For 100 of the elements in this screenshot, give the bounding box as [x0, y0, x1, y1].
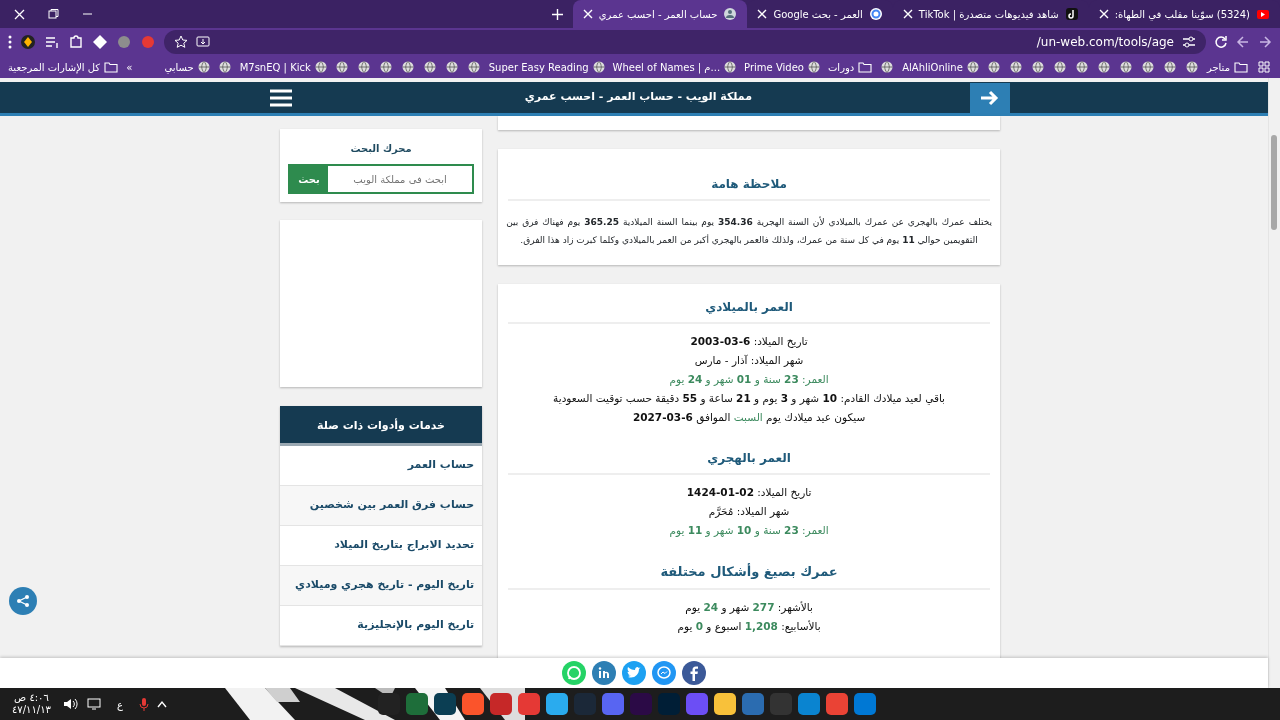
close-icon[interactable]	[757, 9, 768, 19]
site-icon[interactable]	[881, 61, 894, 73]
bookmark-link[interactable]: دورات	[823, 59, 877, 75]
bookmark-link[interactable]: Super Easy Reading	[484, 59, 609, 75]
clock-date[interactable]: ٤٧/١١/١٣	[12, 704, 51, 717]
site-icon	[723, 7, 738, 21]
bookmark-link[interactable]: كل الإشارات المرجعية	[4, 59, 123, 75]
close-icon	[13, 8, 25, 20]
service-link[interactable]: حساب فرق العمر بين شخصين	[280, 486, 483, 526]
bookmark-link[interactable]: متاجر	[1202, 59, 1252, 75]
site-icon[interactable]	[1075, 61, 1088, 73]
messenger-share-button[interactable]	[652, 661, 676, 685]
language-indicator[interactable]: ع	[116, 696, 123, 712]
folder-icon	[1234, 60, 1248, 74]
extension-icon[interactable]	[92, 34, 108, 50]
service-link[interactable]: تاريخ اليوم - تاريخ هجري وميلادي	[280, 566, 483, 606]
site-icon[interactable]	[987, 61, 1000, 73]
site-icon[interactable]	[335, 61, 348, 73]
share-icon	[16, 594, 30, 608]
scrollbar[interactable]	[1268, 78, 1280, 688]
speaker-icon[interactable]	[62, 697, 79, 711]
install-icon[interactable]	[196, 35, 210, 49]
globe-icon	[314, 61, 327, 73]
info-line: شهر الميلاد: آذار - مارس	[693, 353, 805, 369]
microphone-icon[interactable]	[138, 697, 149, 711]
playlist-icon[interactable]	[44, 34, 60, 50]
site-icon[interactable]	[1185, 61, 1198, 73]
close-icon[interactable]	[582, 9, 593, 19]
site-icon[interactable]	[401, 61, 414, 73]
address-field[interactable]: un-web.com/tools/age/	[1036, 33, 1174, 51]
section-title: عمرك بصيغ وأشكال مختلفة	[508, 556, 990, 590]
menu-icon	[270, 88, 292, 107]
section-title: العمر بالهجري	[508, 443, 990, 475]
menu-button[interactable]	[270, 88, 292, 107]
globe-icon	[966, 61, 979, 73]
facebook-share-button[interactable]	[682, 661, 706, 685]
app-icon[interactable]	[434, 693, 456, 715]
bookmark-link[interactable]: M7snEQ | Kick	[235, 59, 331, 75]
linkedin-share-button[interactable]	[592, 661, 616, 685]
service-link[interactable]: تحديد الابراج بتاريخ الميلاد	[280, 526, 483, 566]
globe-icon	[592, 61, 605, 73]
site-icon[interactable]	[423, 61, 436, 73]
browser-tab[interactable]: حساب العمر - احسب عمري	[572, 0, 748, 28]
menu-dots-icon[interactable]	[8, 35, 12, 49]
site-icon[interactable]	[1119, 61, 1132, 73]
search-title: محرك البحث	[349, 142, 413, 156]
site-icon[interactable]	[1097, 61, 1110, 73]
arrow-icon	[980, 89, 1000, 106]
app-icon[interactable]	[546, 693, 568, 715]
back-button[interactable]	[970, 82, 1010, 113]
site-icon[interactable]	[1009, 61, 1022, 73]
app-icon[interactable]	[462, 693, 484, 715]
service-link[interactable]: حساب العمر	[280, 446, 483, 486]
globe-icon	[807, 61, 820, 73]
search-button[interactable]: بحث	[290, 166, 328, 192]
app-icon[interactable]	[826, 693, 848, 715]
bookmark-link[interactable]: Wheel of Names | م...	[608, 59, 741, 75]
site-icon[interactable]	[1163, 61, 1176, 73]
overflow-button[interactable]: »	[122, 59, 137, 75]
reload-icon[interactable]	[1214, 35, 1228, 49]
chevron-up-icon[interactable]	[156, 700, 167, 708]
site-icon[interactable]	[357, 61, 370, 73]
site-icon[interactable]	[1053, 61, 1066, 73]
site-icon[interactable]	[1141, 61, 1154, 73]
site-icon[interactable]	[467, 61, 480, 73]
monitor-icon[interactable]	[86, 697, 101, 711]
scrollbar-thumb[interactable]	[1271, 135, 1277, 230]
close-icon[interactable]	[902, 9, 913, 19]
section-title: العمر بالميلادي	[508, 292, 990, 324]
back-arrow-icon[interactable]	[1236, 35, 1250, 49]
bookmark-link[interactable]: Prime Video	[740, 59, 824, 75]
site-icon[interactable]	[445, 61, 458, 73]
bookmark-link[interactable]: حسابي	[160, 59, 214, 75]
service-link[interactable]: تاريخ اليوم بالإنجليزية	[280, 606, 483, 646]
search-field[interactable]: ابحث في مملكة الويب بحث	[288, 164, 475, 194]
forward-arrow-icon[interactable]	[1258, 35, 1272, 49]
info-line: شهر الميلاد: مُحَرَّم	[707, 504, 791, 520]
globe-icon	[724, 61, 737, 73]
site-icon[interactable]	[218, 61, 231, 73]
star-icon[interactable]	[174, 35, 188, 49]
app-icon[interactable]	[518, 693, 540, 715]
page-title: مملكة الويب - حساب العمر - احسب عمري	[524, 89, 752, 106]
bird-share-button[interactable]	[622, 661, 646, 685]
services-title: خدمات وأدوات ذات صلة	[280, 406, 483, 446]
extension-icon[interactable]	[20, 34, 36, 50]
close-icon[interactable]	[1098, 9, 1109, 19]
site-icon[interactable]	[1031, 61, 1044, 73]
folder-icon	[104, 60, 119, 74]
app-icon[interactable]	[798, 693, 820, 715]
bookmark-link[interactable]: AlAhliOnline	[898, 59, 983, 75]
plus-icon	[552, 8, 564, 20]
clock-time[interactable]: ٤:٠٦ ص	[12, 691, 51, 704]
site-icon[interactable]	[379, 61, 392, 73]
share-button[interactable]	[9, 587, 37, 615]
apps-grid-icon[interactable]	[1258, 61, 1270, 73]
restore-icon	[47, 8, 59, 20]
app-icon[interactable]	[714, 693, 736, 715]
tune-icon[interactable]	[1182, 35, 1196, 49]
music-note-icon	[1064, 7, 1079, 21]
search-logo-icon	[868, 7, 883, 21]
